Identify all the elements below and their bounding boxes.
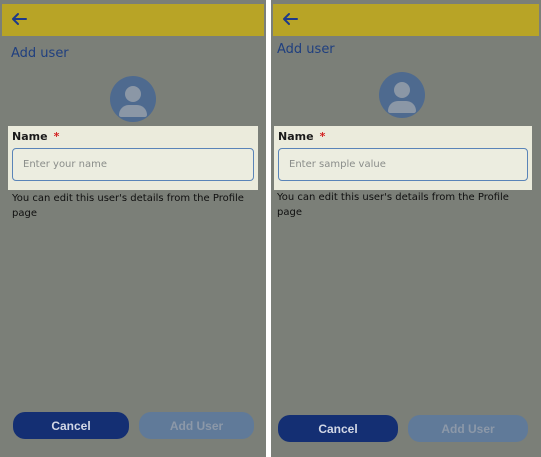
required-marker: * xyxy=(53,130,60,143)
screen-left: Add user Name* You can edit this user's … xyxy=(0,0,266,457)
screen-right: Add user Name* You can edit this user's … xyxy=(271,0,541,457)
user-avatar-icon xyxy=(379,72,425,118)
page-title: Add user xyxy=(11,46,69,61)
arrow-left-icon[interactable] xyxy=(10,10,28,28)
app-bar xyxy=(2,4,264,36)
user-avatar-icon xyxy=(110,76,156,122)
page-title: Add user xyxy=(277,42,335,57)
required-marker: * xyxy=(319,130,326,143)
name-label: Name * xyxy=(278,130,326,143)
app-bar xyxy=(273,4,539,36)
arrow-left-icon[interactable] xyxy=(281,10,299,28)
name-input[interactable] xyxy=(12,148,254,181)
name-input[interactable] xyxy=(278,148,528,181)
name-label: Name * xyxy=(12,130,60,143)
name-field-group: Name * xyxy=(8,126,258,190)
add-user-button[interactable]: Add User xyxy=(139,412,254,439)
add-user-button[interactable]: Add User xyxy=(408,415,528,442)
helper-text: You can edit this user's details from th… xyxy=(12,193,244,219)
name-field-group: Name * xyxy=(274,126,532,190)
cancel-button[interactable]: Cancel xyxy=(278,415,398,442)
cancel-button[interactable]: Cancel xyxy=(13,412,129,439)
helper-text: You can edit this user's details from th… xyxy=(277,192,509,218)
